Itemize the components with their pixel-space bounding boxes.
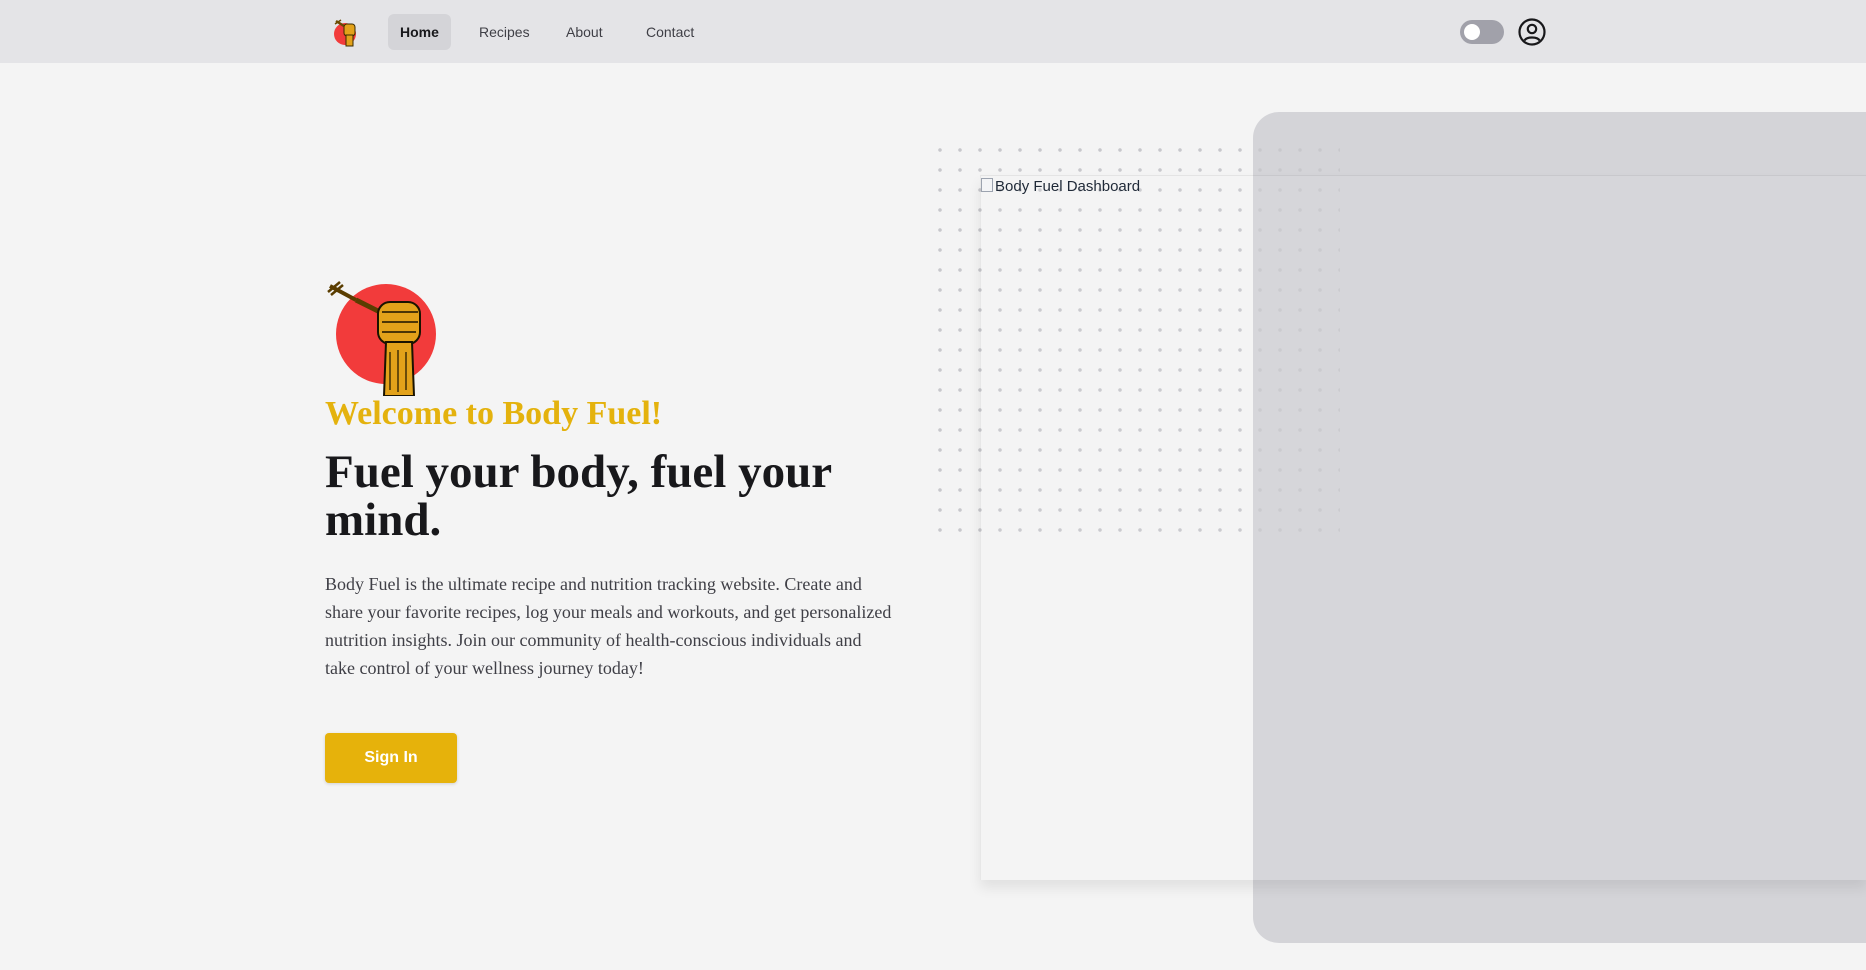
nav-link-recipes[interactable]: Recipes — [467, 14, 542, 50]
broken-image-icon — [981, 178, 993, 192]
dashboard-image: Body Fuel Dashboard — [981, 178, 1140, 195]
dashboard-image-frame: Body Fuel Dashboard — [980, 175, 1866, 880]
nav-link-about[interactable]: About — [554, 14, 615, 50]
navbar: Home Recipes About Contact — [0, 0, 1866, 63]
sign-in-button[interactable]: Sign In — [325, 733, 457, 783]
dashboard-image-alt: Body Fuel Dashboard — [995, 178, 1141, 195]
fist-fork-icon[interactable] — [330, 15, 364, 49]
hero-headline: Fuel your body, fuel your mind. — [325, 446, 832, 546]
hero-description: Body Fuel is the ultimate recipe and nut… — [325, 574, 892, 678]
theme-toggle[interactable] — [1460, 20, 1504, 44]
user-circle-icon[interactable] — [1517, 17, 1547, 47]
nav-link-contact[interactable]: Contact — [634, 14, 706, 50]
fist-fork-logo-icon — [327, 281, 436, 396]
toggle-knob — [1464, 24, 1480, 40]
nav-link-home[interactable]: Home — [388, 14, 451, 50]
welcome-heading: Welcome to Body Fuel! — [325, 395, 663, 432]
